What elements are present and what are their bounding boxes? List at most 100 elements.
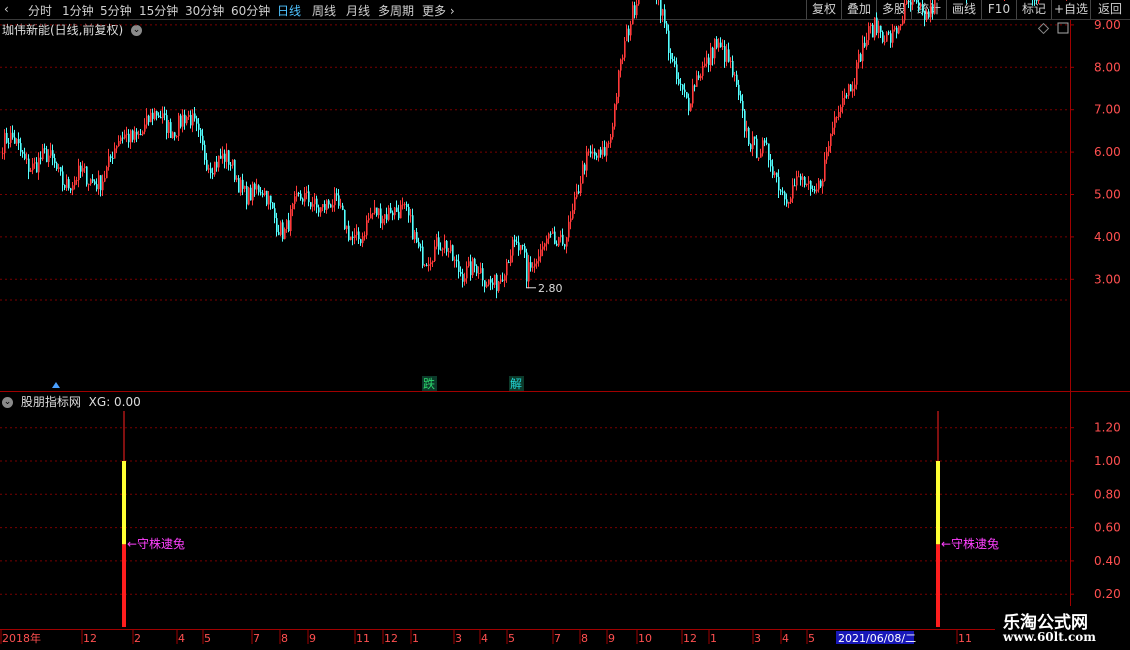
drawing-button[interactable]: 画线 (946, 0, 981, 19)
candle-body (672, 59, 674, 61)
candle-body (336, 193, 338, 196)
candle-body (496, 274, 498, 291)
candle-body (834, 117, 836, 128)
candle-body (898, 26, 900, 34)
candle-body (450, 245, 452, 252)
candle-body (504, 275, 506, 281)
candle-body (166, 115, 168, 133)
time-tick-label: 8 (581, 632, 588, 645)
candle-body (688, 97, 690, 111)
period-tab-weekly[interactable]: 周线 (312, 2, 336, 19)
candle-body (206, 159, 208, 170)
candle-body (214, 161, 216, 175)
indicator-bar-red (122, 544, 126, 627)
candle-body (92, 179, 94, 182)
candle-body (498, 281, 500, 291)
period-tab-intraday[interactable]: 分时 (28, 2, 52, 19)
candle-body (746, 127, 748, 132)
candle-body (808, 180, 810, 184)
candle-body (126, 133, 128, 135)
candle-body (340, 205, 342, 207)
candle-body (282, 222, 284, 240)
candle-body (870, 24, 872, 27)
signal-label: 解 (510, 377, 522, 391)
candle-body (310, 202, 312, 207)
time-tick-label: 3 (455, 632, 462, 645)
period-tab-monthly[interactable]: 月线 (346, 2, 370, 19)
candle-body (76, 180, 78, 182)
add-watchlist-button[interactable]: +自选 (1051, 0, 1090, 19)
candle-body (900, 24, 902, 27)
candle-body (70, 188, 72, 191)
candle-body (128, 133, 130, 143)
more-periods-button[interactable]: 更多 › (422, 2, 455, 19)
xg-value: XG: 0.00 (88, 395, 141, 409)
candle-body (414, 232, 416, 240)
candle-body (426, 264, 428, 266)
time-tick-label: 2 (134, 632, 141, 645)
multi-stock-button[interactable]: 多股 (876, 0, 911, 19)
candle-body (374, 207, 376, 214)
period-tab-30min[interactable]: 30分钟 (185, 2, 224, 19)
candle-body (110, 156, 112, 158)
candle-body (46, 149, 48, 163)
candle-body (168, 122, 170, 133)
overlay-button[interactable]: 叠加 (841, 0, 876, 19)
period-tab-multi[interactable]: 多周期 (378, 2, 414, 19)
main-chart-title: 珈伟新能(日线,前复权) ⌄ (2, 21, 143, 38)
candle-body (540, 249, 542, 257)
candle-body (884, 41, 886, 43)
back-button[interactable]: 返回 (1090, 0, 1129, 19)
candle-body (578, 191, 580, 194)
kline-chart-svg[interactable]: 9.008.007.006.005.004.003.009.98 1.201.0… (0, 0, 1130, 650)
candle-body (516, 241, 518, 243)
candle-body (382, 218, 384, 224)
candle-body (292, 203, 294, 210)
period-tab-1min[interactable]: 1分钟 (62, 2, 94, 19)
candle-body (50, 150, 52, 156)
dropdown-circle-icon[interactable]: ⌄ (131, 25, 143, 36)
period-tab-daily[interactable]: 日线 (277, 2, 301, 19)
candle-body (6, 132, 8, 143)
candle-body (622, 57, 624, 60)
candle-body (216, 161, 218, 168)
candle-body (268, 195, 270, 205)
candle-body (678, 79, 680, 84)
f10-button[interactable]: F10 (981, 0, 1016, 19)
candle-body (448, 251, 450, 253)
candle-body (170, 122, 172, 139)
price-tick-label: 8.00 (1094, 60, 1121, 74)
period-tab-15min[interactable]: 15分钟 (139, 2, 178, 19)
candle-body (760, 153, 762, 158)
candle-body (626, 28, 628, 42)
candle-body (410, 215, 412, 217)
candle-body (80, 165, 82, 172)
candle-body (352, 236, 354, 238)
candle-body (902, 20, 904, 25)
candle-body (346, 225, 348, 230)
price-tick-label: 6.00 (1094, 145, 1121, 159)
candle-body (738, 84, 740, 96)
candle-body (824, 159, 826, 181)
candle-body (788, 202, 790, 204)
candle-body (180, 115, 182, 127)
candle-body (48, 155, 50, 163)
dropdown-circle-icon[interactable]: ⌄ (2, 397, 13, 408)
chevron-left-icon[interactable]: ‹ (4, 2, 9, 16)
mark-button[interactable]: 标记 (1016, 0, 1051, 19)
period-tab-60min[interactable]: 60分钟 (231, 2, 270, 19)
candle-body (802, 177, 804, 180)
period-tab-5min[interactable]: 5分钟 (100, 2, 132, 19)
candle-body (398, 211, 400, 219)
adjust-rights-button[interactable]: 复权 (806, 0, 841, 19)
candle-body (34, 162, 36, 164)
statistics-button[interactable]: 统计 (911, 0, 946, 19)
candle-body (572, 210, 574, 219)
candle-body (750, 144, 752, 150)
candlestick-series (2, 0, 1067, 299)
indicator-bar-yellow (936, 461, 940, 545)
candle-body (74, 180, 76, 186)
candle-body (452, 245, 454, 261)
candle-body (2, 153, 4, 155)
candle-body (538, 256, 540, 262)
